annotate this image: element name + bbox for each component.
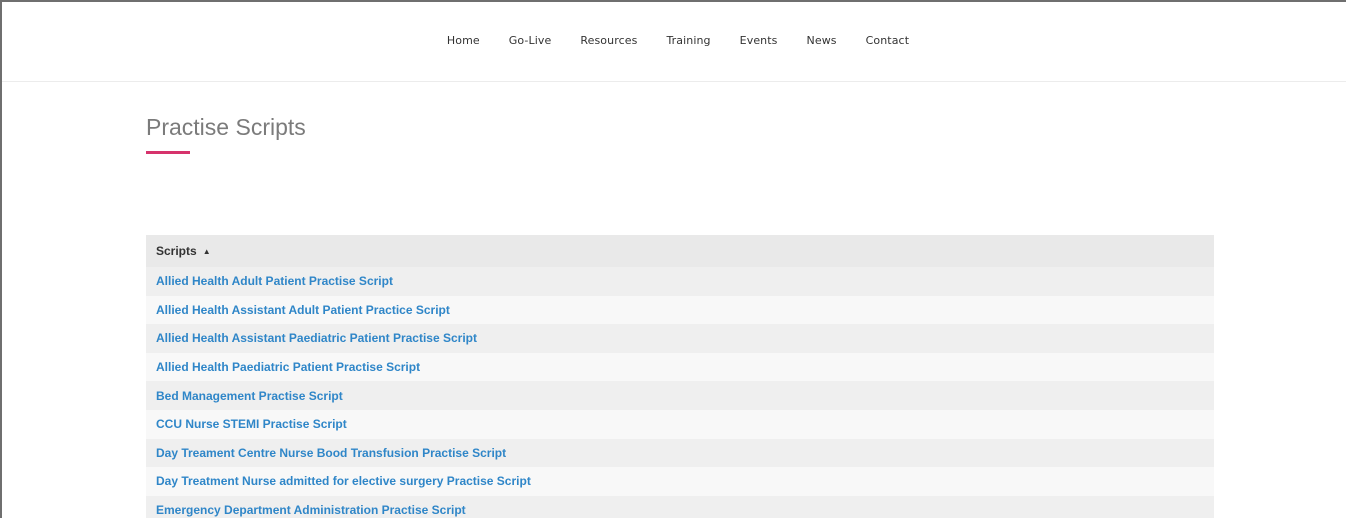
script-link[interactable]: Day Treament Centre Nurse Bood Transfusi… xyxy=(156,446,506,460)
nav-item-resources: Resources xyxy=(580,31,637,49)
nav-item-home: Home xyxy=(447,31,480,49)
nav-link-training[interactable]: Training xyxy=(666,34,710,47)
script-link[interactable]: Allied Health Assistant Paediatric Patie… xyxy=(156,331,477,345)
table-cell: Allied Health Assistant Paediatric Patie… xyxy=(146,324,1214,353)
table-body: Allied Health Adult Patient Practise Scr… xyxy=(146,267,1214,518)
table-row: Bed Management Practise Script xyxy=(146,381,1214,410)
table-cell: CCU Nurse STEMI Practise Script xyxy=(146,409,1214,439)
script-link[interactable]: Allied Health Assistant Adult Patient Pr… xyxy=(156,303,450,317)
table-row: Allied Health Assistant Adult Patient Pr… xyxy=(146,295,1214,325)
nav-list: Home Go-Live Resources Training Events N… xyxy=(447,31,909,49)
table-cell: Allied Health Paediatric Patient Practis… xyxy=(146,352,1214,382)
nav-item-training: Training xyxy=(666,31,710,49)
nav-item-go-live: Go-Live xyxy=(509,31,552,49)
nav-link-go-live[interactable]: Go-Live xyxy=(509,34,552,47)
table-cell: Emergency Department Administration Prac… xyxy=(146,495,1214,518)
table-row: Allied Health Assistant Paediatric Patie… xyxy=(146,324,1214,353)
table-row: Allied Health Paediatric Patient Practis… xyxy=(146,352,1214,382)
table-cell: Allied Health Assistant Adult Patient Pr… xyxy=(146,295,1214,325)
table-row: Day Treament Centre Nurse Bood Transfusi… xyxy=(146,438,1214,468)
script-link[interactable]: Emergency Department Administration Prac… xyxy=(156,503,466,517)
script-link[interactable]: Bed Management Practise Script xyxy=(156,389,343,403)
table-row: Emergency Department Administration Prac… xyxy=(146,495,1214,518)
title-underline xyxy=(146,151,190,154)
table-header-row: Scripts ▲ xyxy=(146,235,1214,267)
sort-ascending-icon: ▲ xyxy=(202,247,211,256)
nav-link-news[interactable]: News xyxy=(807,34,837,47)
browser-viewport: Home Go-Live Resources Training Events N… xyxy=(0,0,1346,518)
page-title: Practise Scripts xyxy=(146,114,306,140)
table-header: Scripts ▲ xyxy=(146,235,1214,267)
table-cell: Day Treatment Nurse admitted for electiv… xyxy=(146,467,1214,496)
nav-link-resources[interactable]: Resources xyxy=(580,34,637,47)
nav-item-events: Events xyxy=(740,31,778,49)
scripts-column-header[interactable]: Scripts ▲ xyxy=(146,235,1214,267)
nav-link-contact[interactable]: Contact xyxy=(866,34,910,47)
scripts-table: Scripts ▲ Allied Health Adult Patient Pra… xyxy=(146,235,1214,518)
table-cell: Day Treament Centre Nurse Bood Transfusi… xyxy=(146,438,1214,468)
nav-item-news: News xyxy=(807,31,837,49)
table-row: Allied Health Adult Patient Practise Scr… xyxy=(146,267,1214,296)
nav-link-events[interactable]: Events xyxy=(740,34,778,47)
script-link[interactable]: Allied Health Paediatric Patient Practis… xyxy=(156,360,420,374)
script-link[interactable]: Day Treatment Nurse admitted for electiv… xyxy=(156,474,531,488)
script-link[interactable]: Allied Health Adult Patient Practise Scr… xyxy=(156,274,393,288)
main-navigation: Home Go-Live Resources Training Events N… xyxy=(2,2,1346,82)
script-link[interactable]: CCU Nurse STEMI Practise Script xyxy=(156,417,347,431)
nav-item-contact: Contact xyxy=(866,31,910,49)
table-cell: Allied Health Adult Patient Practise Scr… xyxy=(146,267,1214,296)
table-row: CCU Nurse STEMI Practise Script xyxy=(146,409,1214,439)
table-cell: Bed Management Practise Script xyxy=(146,381,1214,410)
scripts-column-label: Scripts xyxy=(156,244,197,258)
nav-link-home[interactable]: Home xyxy=(447,34,480,47)
table-row: Day Treatment Nurse admitted for electiv… xyxy=(146,467,1214,496)
